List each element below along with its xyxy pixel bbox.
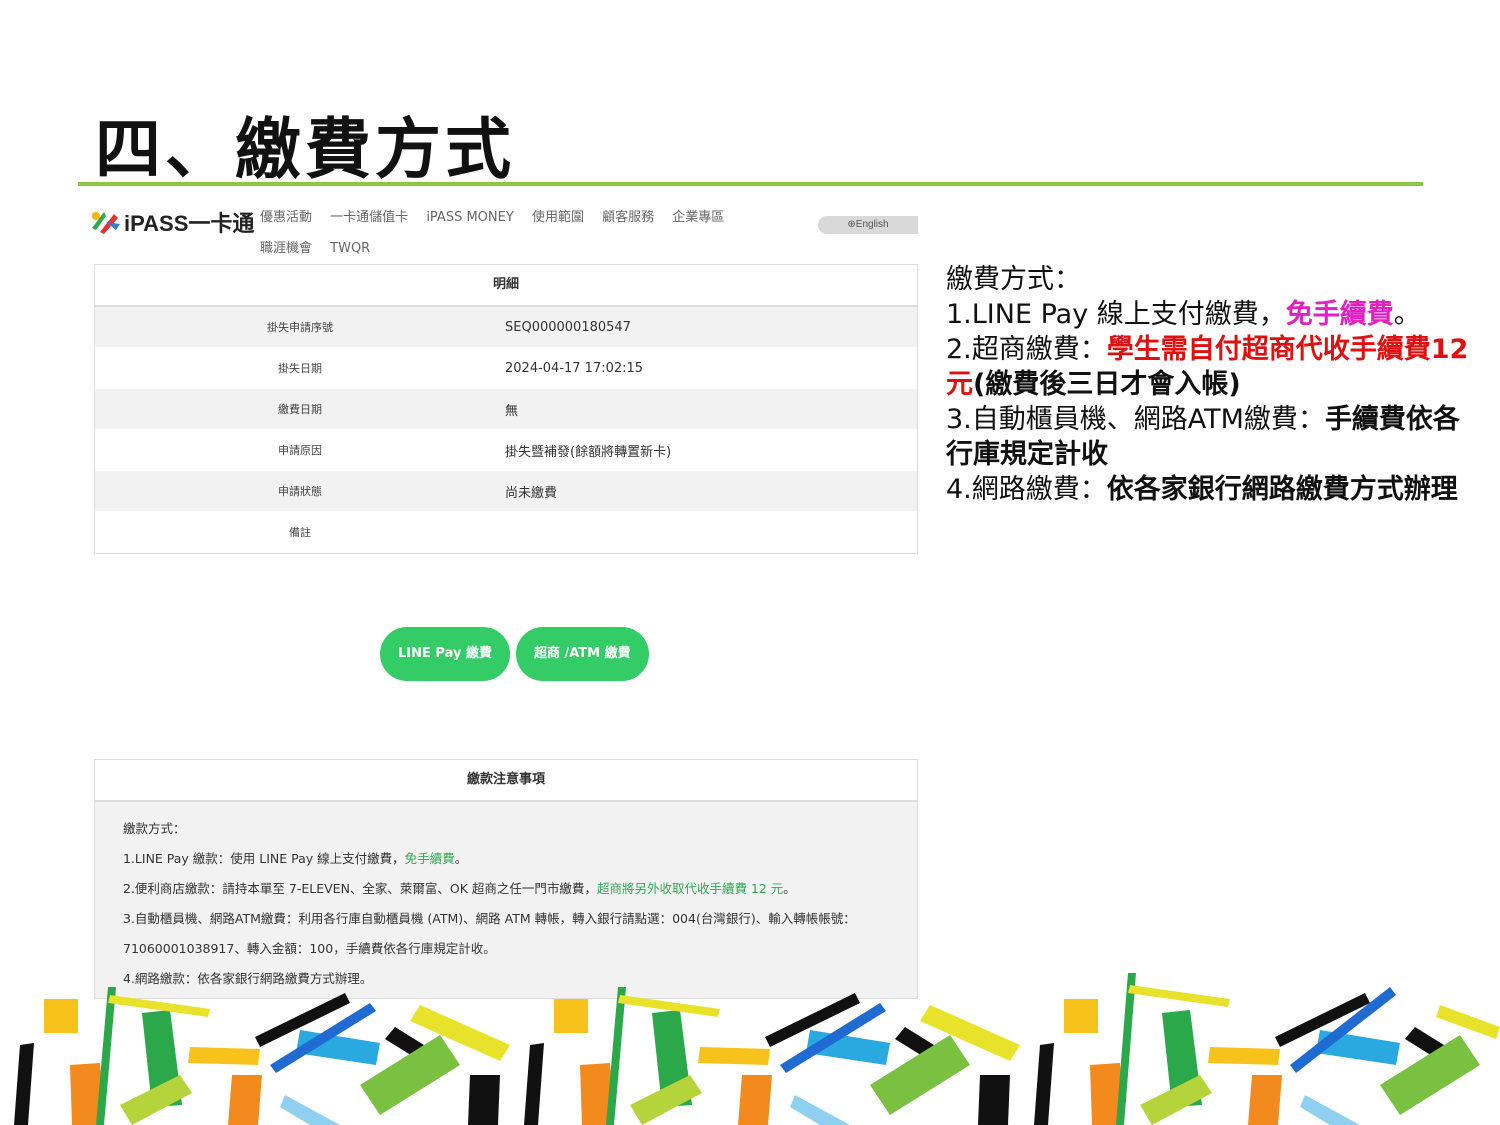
table-row: 掛失日期 2024-04-17 17:02:15: [95, 348, 917, 389]
table-row: 申請狀態 尚未繳費: [95, 471, 917, 512]
table-row: 申請原因 掛失暨補發(餘額將轉置新卡): [95, 430, 917, 471]
side-item-2: 2.超商繳費：學生需自付超商代收手續費12元(繳費後三日才會入帳): [946, 334, 1469, 400]
table-row: 備註: [95, 512, 917, 553]
decorative-pattern-tile: [524, 987, 1020, 1125]
nav-item-twqr[interactable]: TWQR: [330, 233, 370, 264]
decorative-pattern-tile: [1034, 973, 1500, 1125]
row-label: 申請原因: [278, 444, 322, 457]
globe-icon: ⊕: [847, 219, 856, 230]
side-item-1: 1.LINE Pay 線上支付繳費，免手續費。: [946, 299, 1421, 330]
nav-item-stored-value-card[interactable]: 一卡通儲值卡: [330, 202, 408, 233]
store-atm-pay-button[interactable]: 超商 /ATM 繳費: [515, 627, 649, 681]
row-value: 無: [505, 403, 519, 419]
nav-item-ipass-money[interactable]: iPASS MONEY: [426, 202, 513, 233]
detail-table: 明細 掛失申請序號 SEQ000000180547 掛失日期 2024-04-1…: [94, 264, 918, 554]
detail-header: 明細: [95, 265, 917, 307]
side-text: 繳費方式： 1.LINE Pay 線上支付繳費，免手續費。 2.超商繳費：學生需…: [946, 262, 1476, 507]
row-label: 繳費日期: [278, 403, 322, 416]
row-label: 申請狀態: [278, 485, 322, 498]
slide-title: 四、繳費方式: [95, 111, 515, 188]
nav-item-enterprise[interactable]: 企業專區: [672, 202, 724, 233]
embedded-screenshot: iPASS一卡通 優惠活動 一卡通儲值卡 iPASS MONEY 使用範圍 顧客…: [78, 190, 928, 1000]
notice-intro: 繳款方式：: [123, 821, 186, 836]
table-row: 繳費日期 無: [95, 389, 917, 430]
row-label: 掛失日期: [278, 362, 322, 375]
nav-item-careers[interactable]: 職涯機會: [260, 233, 312, 264]
notice-line-3b: 71060001038917、轉入金額：100，手續費依各行庫規定計收。: [123, 941, 496, 956]
side-item-4: 4.網路繳費：依各家銀行網路繳費方式辦理: [946, 474, 1458, 505]
linepay-pay-button[interactable]: LINE Pay 繳費: [380, 627, 510, 681]
decorative-pattern: [14, 973, 1500, 1125]
row-value: 尚未繳費: [505, 485, 558, 501]
row-value: SEQ000000180547: [505, 319, 631, 335]
logo-text: iPASS一卡通: [124, 211, 255, 236]
decorative-pattern-tile: [14, 987, 510, 1125]
payment-buttons: LINE Pay 繳費 超商 /ATM 繳費: [380, 627, 655, 681]
title-divider: [78, 182, 1423, 186]
payment-notice: 繳款注意事項 繳款方式： 1.LINE Pay 繳款：使用 LINE Pay 線…: [94, 759, 918, 999]
notice-line-3: 3.自動櫃員機、網路ATM繳費：利用各行庫自動櫃員機 (ATM)、網路 ATM …: [123, 911, 856, 926]
language-label: English: [855, 219, 889, 230]
top-nav: 優惠活動 一卡通儲值卡 iPASS MONEY 使用範圍 顧客服務 企業專區 職…: [260, 202, 800, 264]
nav-item-customer-service[interactable]: 顧客服務: [602, 202, 654, 233]
table-row: 掛失申請序號 SEQ000000180547: [95, 307, 917, 348]
notice-header: 繳款注意事項: [95, 760, 917, 802]
nav-item-usage-scope[interactable]: 使用範圍: [532, 202, 584, 233]
row-label: 備註: [289, 526, 311, 539]
language-button[interactable]: ⊕English: [818, 216, 918, 234]
nav-item-promotions[interactable]: 優惠活動: [260, 202, 312, 233]
notice-line-2: 2.便利商店繳款：請持本單至 7-ELEVEN、全家、萊爾富、OK 超商之任一門…: [123, 881, 796, 896]
ipass-logo[interactable]: iPASS一卡通: [86, 204, 254, 240]
ipass-logo-icon: [86, 204, 122, 240]
notice-line-1: 1.LINE Pay 繳款：使用 LINE Pay 線上支付繳費，免手續費。: [123, 851, 468, 866]
side-heading: 繳費方式：: [946, 264, 1081, 295]
row-value: 掛失暨補發(餘額將轉置新卡): [505, 444, 672, 460]
side-item-3: 3.自動櫃員機、網路ATM繳費：手續費依各行庫規定計收: [946, 404, 1460, 470]
row-value: 2024-04-17 17:02:15: [505, 360, 644, 376]
row-label: 掛失申請序號: [267, 321, 333, 334]
